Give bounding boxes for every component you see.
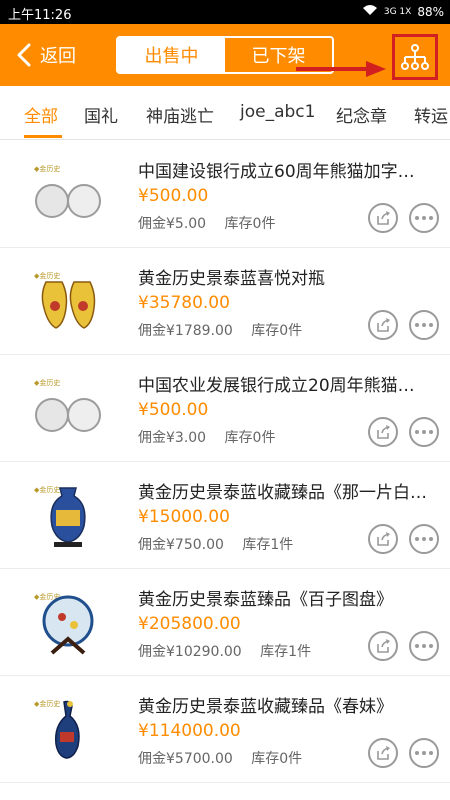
more-button[interactable] (409, 417, 439, 447)
item-stock: 库存0件 (224, 216, 276, 232)
more-icon (415, 644, 433, 648)
status-bar: 上午11:26 3G 1X 88% (0, 0, 450, 24)
share-button[interactable] (368, 203, 398, 233)
coins-icon: ◆金历史 (34, 164, 101, 218)
item-commission: 佣金¥5700.00 (138, 751, 233, 767)
chevron-left-icon (17, 43, 31, 67)
item-title: 黄金历史景泰蓝收藏臻品《那一片白云》 (138, 483, 428, 503)
svg-text:◆金历史: ◆金历史 (34, 485, 60, 494)
back-label: 返回 (40, 46, 76, 67)
item-commission: 佣金¥10290.00 (138, 644, 242, 660)
vase-icon: ◆金历史 (34, 485, 86, 547)
item-price: ¥114000.00 (138, 721, 241, 741)
share-button[interactable] (368, 417, 398, 447)
more-icon (415, 537, 433, 541)
item-title: 黄金历史景泰蓝收藏臻品《春妹》 (138, 697, 393, 717)
wifi-icon (362, 4, 378, 19)
share-icon (377, 318, 390, 332)
figurine-icon: ◆金历史 (34, 699, 80, 759)
item-stock: 库存0件 (251, 323, 303, 339)
category-tabs: 全部 国礼 神庙逃亡 joe_abc1 纪念章 转运 (0, 86, 450, 140)
item-price: ¥205800.00 (138, 614, 241, 634)
item-meta: 佣金¥5700.00 库存0件 (138, 748, 316, 768)
share-icon (377, 211, 390, 225)
list-item[interactable]: ◆金历史 中国农业发展银行成立20周年熊猫加字纪念币 ¥500.00 佣金¥3.… (0, 355, 450, 462)
svg-text:◆金历史: ◆金历史 (34, 699, 60, 708)
list-item[interactable]: ◆金历史 黄金历史景泰蓝喜悦对瓶 ¥35780.00 佣金¥1789.00 库存… (0, 248, 450, 355)
more-button[interactable] (409, 631, 439, 661)
item-stock: 库存0件 (224, 430, 276, 446)
segment-on-sale[interactable]: 出售中 (118, 38, 225, 72)
more-button[interactable] (409, 738, 439, 768)
item-price: ¥500.00 (138, 400, 209, 420)
item-price: ¥500.00 (138, 186, 209, 206)
more-icon (415, 430, 433, 434)
item-stock: 库存1件 (260, 644, 312, 660)
tab-luck[interactable]: 转运 (414, 102, 448, 127)
tab-joe-abc1[interactable]: joe_abc1 (240, 102, 315, 122)
coins-icon: ◆金历史 (34, 378, 101, 432)
item-price: ¥35780.00 (138, 293, 230, 313)
top-bar: 返回 出售中 已下架 (0, 24, 450, 86)
item-meta: 佣金¥3.00 库存0件 (138, 427, 289, 447)
item-meta: 佣金¥5.00 库存0件 (138, 213, 289, 233)
active-tab-indicator (24, 135, 62, 138)
tab-all[interactable]: 全部 (24, 102, 58, 127)
back-button[interactable]: 返回 (16, 38, 76, 72)
share-icon (377, 746, 390, 760)
tab-medal[interactable]: 纪念章 (336, 102, 387, 127)
share-icon (377, 425, 390, 439)
share-button[interactable] (368, 738, 398, 768)
more-button[interactable] (409, 310, 439, 340)
product-list: ◆金历史 中国建设银行成立60周年熊猫加字纪念币 ¥500.00 佣金¥5.00… (0, 141, 450, 783)
share-button[interactable] (368, 524, 398, 554)
share-icon (377, 532, 390, 546)
item-title: 黄金历史景泰蓝臻品《百子图盘》 (138, 590, 393, 610)
status-icons: 3G 1X 88% (362, 4, 444, 19)
battery-label: 88% (417, 4, 444, 19)
item-title: 黄金历史景泰蓝喜悦对瓶 (138, 269, 325, 289)
category-tree-button[interactable] (392, 34, 438, 80)
svg-text:◆金历史: ◆金历史 (34, 164, 60, 173)
hierarchy-icon (401, 44, 429, 70)
more-button[interactable] (409, 524, 439, 554)
item-title: 中国农业发展银行成立20周年熊猫加字纪念币 (138, 376, 428, 396)
list-item[interactable]: ◆金历史 黄金历史景泰蓝收藏臻品《那一片白云》 ¥15000.00 佣金¥750… (0, 462, 450, 569)
more-icon (415, 751, 433, 755)
item-commission: 佣金¥5.00 (138, 216, 207, 232)
share-button[interactable] (368, 631, 398, 661)
annotation-arrow (296, 61, 386, 77)
item-commission: 佣金¥1789.00 (138, 323, 233, 339)
share-button[interactable] (368, 310, 398, 340)
item-meta: 佣金¥1789.00 库存0件 (138, 320, 316, 340)
status-time: 上午11:26 (8, 8, 72, 23)
more-button[interactable] (409, 203, 439, 233)
share-icon (377, 639, 390, 653)
item-price: ¥15000.00 (138, 507, 230, 527)
item-stock: 库存1件 (242, 537, 294, 553)
item-meta: 佣金¥10290.00 库存1件 (138, 641, 325, 661)
list-item[interactable]: ◆金历史 黄金历史景泰蓝臻品《百子图盘》 ¥205800.00 佣金¥10290… (0, 569, 450, 676)
list-item[interactable]: ◆金历史 中国建设银行成立60周年熊猫加字纪念币 ¥500.00 佣金¥5.00… (0, 141, 450, 248)
plate-icon: ◆金历史 (34, 592, 94, 655)
item-title: 中国建设银行成立60周年熊猫加字纪念币 (138, 162, 428, 182)
item-commission: 佣金¥750.00 (138, 537, 224, 553)
svg-text:◆金历史: ◆金历史 (34, 378, 60, 387)
tab-temple-run[interactable]: 神庙逃亡 (146, 102, 214, 127)
list-item[interactable]: ◆金历史 黄金历史景泰蓝收藏臻品《春妹》 ¥114000.00 佣金¥5700.… (0, 676, 450, 783)
more-icon (415, 216, 433, 220)
tab-guoli[interactable]: 国礼 (84, 102, 118, 127)
more-icon (415, 323, 433, 327)
vases-icon: ◆金历史 (34, 271, 96, 329)
item-stock: 库存0件 (251, 751, 303, 767)
item-meta: 佣金¥750.00 库存1件 (138, 534, 307, 554)
item-commission: 佣金¥3.00 (138, 430, 207, 446)
svg-text:◆金历史: ◆金历史 (34, 271, 60, 280)
network-label: 3G 1X (383, 6, 412, 17)
